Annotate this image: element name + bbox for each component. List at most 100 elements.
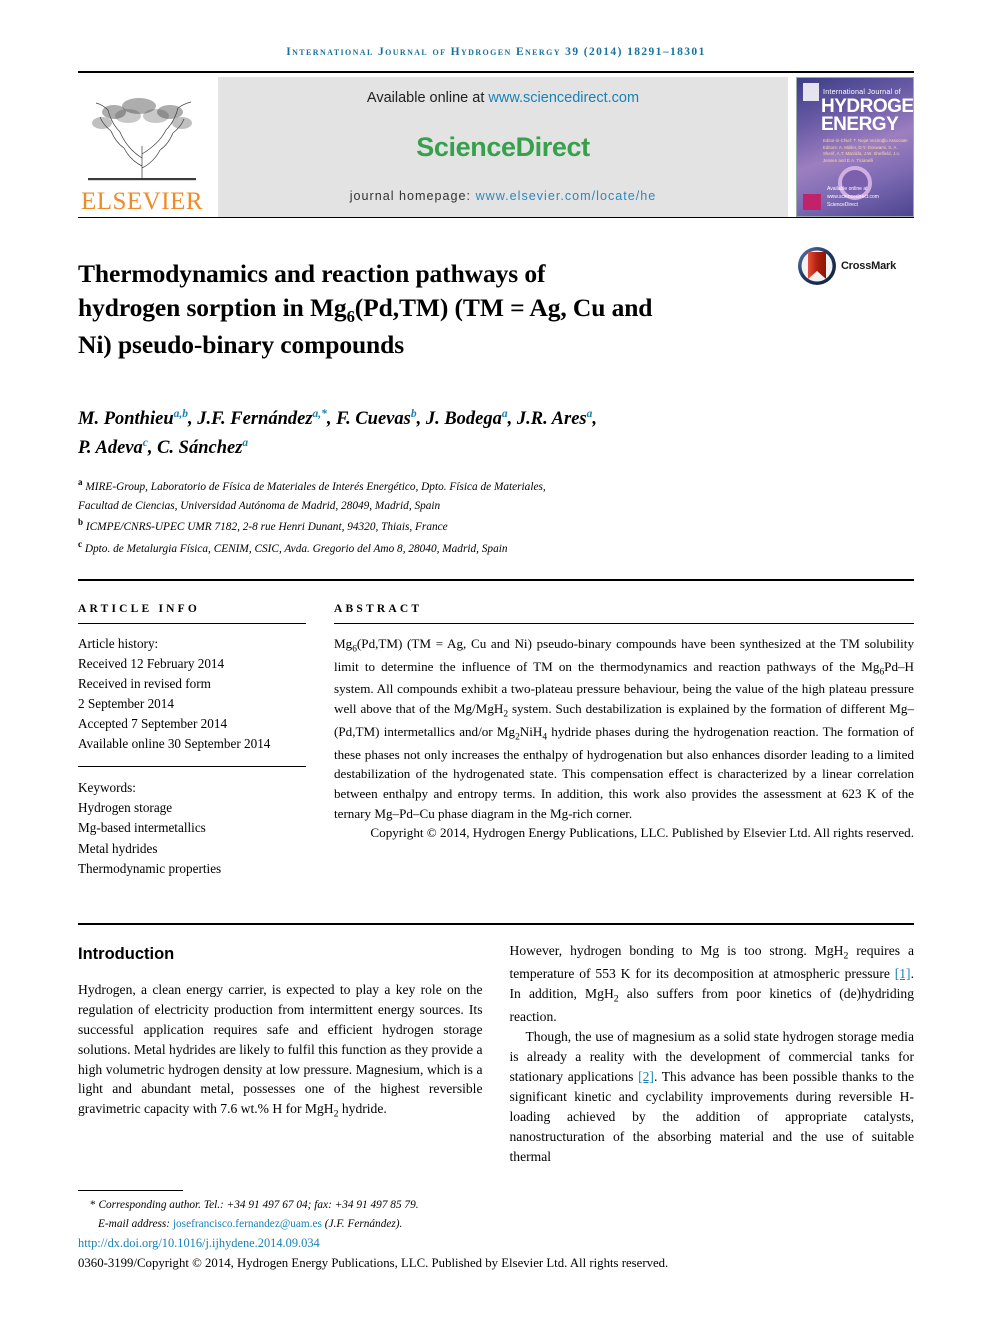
article-info-heading: ARTICLE INFO [78,602,201,615]
body-columns: Introduction Hydrogen, a clean energy ca… [78,941,914,1167]
article-history-line: Received 12 February 2014 [78,656,225,672]
cover-sciencedirect-note: Available online at www.sciencedirect.co… [827,186,879,208]
keyword-item: Metal hydrides [78,840,158,856]
page-footer: * Corresponding author. Tel.: +34 91 497… [78,1190,914,1271]
article-history-line: 2 September 2014 [78,696,174,712]
cover-line-3: ENERGY [821,114,899,136]
abstract-column: ABSTRACT Mg6(Pd,TM) (TM = Ag, Cu and Ni)… [334,603,914,879]
affiliation-line: Facultad de Ciencias, Universidad Autóno… [78,499,441,512]
author-affiliation-marker: a [501,408,508,421]
abstract-frag-2: (Pd,TM) (TM = Ag, Cu and Ni) pseudo-bina… [334,635,914,674]
crossmark-icon[interactable] [797,246,837,286]
sciencedirect-banner: Available online at www.sciencedirect.co… [218,77,788,217]
article-history-line: Available online 30 September 2014 [78,736,271,752]
intro-paragraph-1: Hydrogen, a clean energy carrier, is exp… [78,980,483,1123]
running-head: International Journal of Hydrogen Energy… [286,46,706,58]
email-link[interactable]: josefrancisco.fernandez@uam.es [173,1218,322,1230]
abstract-copyright: Copyright © 2014, Hydrogen Energy Public… [370,825,914,841]
author-affiliation-marker: a [242,436,249,449]
body-column-left: Introduction Hydrogen, a clean energy ca… [78,941,483,1167]
abstract-rule [334,622,914,624]
article-history-line: Received in revised form [78,676,211,692]
author-affiliation-marker: a [586,408,593,421]
journal-homepage-label: journal homepage: [349,189,476,203]
article-info-column: ARTICLE INFO Article history: Received 1… [78,603,306,879]
author-name: J.F. Fernández [197,409,313,430]
citation-ref-2[interactable]: [2] [638,1069,654,1084]
body-divider [78,922,914,925]
abstract-frag-1: Mg [334,635,353,651]
author-affiliation-marker: b [410,408,417,421]
affiliation-marker: b [78,517,84,528]
intro-frag-2: hydride. [338,1101,387,1117]
journal-homepage-link[interactable]: www.elsevier.com/locate/he [476,189,657,203]
article-history-line: Accepted 7 September 2014 [78,716,228,732]
intro-frag-1: Hydrogen, a clean energy carrier, is exp… [78,981,483,1117]
article-page: International Journal of Hydrogen Energy… [0,0,992,1323]
affiliation-marker: a [78,476,83,487]
cover-line-1: International Journal of [823,87,901,96]
author-affiliation-marker: a,b [173,408,188,421]
keyword-item: Hydrogen storage [78,800,173,816]
email-suffix: (J.F. Fernández). [321,1217,403,1230]
info-abstract-grid: ARTICLE INFO Article history: Received 1… [78,603,914,879]
abstract-heading: ABSTRACT [334,602,423,615]
keyword-item: Thermodynamic properties [78,860,222,876]
keyword-item: Mg-based intermetallics [78,820,206,836]
corresponding-author-note: * Corresponding author. Tel.: +34 91 497… [78,1196,914,1233]
abstract-frag-5: NiH [519,723,543,739]
page-title: Thermodynamics and reaction pathways of … [78,257,778,361]
masthead-divider [78,217,914,218]
author-name: J.R. Ares [516,409,587,430]
intro-text-right: However, hydrogen bonding to Mg is too s… [510,941,915,1167]
keywords-label: Keywords: [78,780,136,796]
elsevier-tree-icon [88,98,196,181]
doi-link[interactable]: http://dx.doi.org/10.1016/j.ijhydene.201… [78,1236,914,1251]
title-subscript-6: 6 [346,306,355,326]
corresponding-author-text: Corresponding author. Tel.: +34 91 497 6… [95,1199,419,1212]
elsevier-logo: ELSEVIER [78,77,206,217]
affiliation-line: c Dpto. de Metalurgia Física, CENIM, CSI… [78,539,508,555]
title-line-1: Thermodynamics and reaction pathways of [78,259,546,289]
article-history-label: Article history: [78,635,159,651]
author-name: F. Cuevas [336,409,411,430]
body-column-right: However, hydrogen bonding to Mg is too s… [510,941,915,1167]
affiliation-marker: c [78,539,83,550]
affiliation-line: a MIRE-Group, Laboratorio de Física de M… [78,476,546,493]
elsevier-wordmark: ELSEVIER [80,188,204,215]
cover-editors: Editor-in-Chief: T. Nejat Veziroğlu Asso… [823,138,908,163]
intro-text-left: Hydrogen, a clean energy carrier, is exp… [78,980,483,1123]
section-heading-introduction: Introduction [78,944,175,963]
keywords-rule [78,766,306,768]
cover-title: HYDROGENENERGY [821,97,913,136]
journal-masthead: ELSEVIER Available online at www.science… [78,77,914,217]
intro-paragraph-2: However, hydrogen bonding to Mg is too s… [510,941,915,1027]
author-name: J. Bodega [425,409,502,430]
intro-paragraph-3: Though, the use of magnesium as a solid … [510,1027,915,1167]
article-info-rule [78,622,306,624]
title-line-3: Ni) pseudo-binary compounds [78,329,405,359]
issn-copyright: 0360-3199/Copyright © 2014, Hydrogen Ene… [78,1256,669,1270]
affiliation-line: b ICMPE/CNRS-UPEC UMR 7182, 2-8 rue Henr… [78,517,448,534]
article-history: Article history: Received 12 February 20… [78,634,306,754]
abstract-paragraph: Mg6(Pd,TM) (TM = Ag, Cu and Ni) pseudo-b… [334,634,914,823]
author-list: M. Ponthieua,b, J.F. Fernándeza,*, F. Cu… [78,408,597,459]
affiliation-list: a MIRE-Group, Laboratorio de Física de M… [78,475,914,559]
citation-ref-1[interactable]: [1] [895,966,911,981]
available-online-line: Available online at www.sciencedirect.co… [367,90,639,106]
footer-divider [78,1190,183,1192]
author-name: P. Adeva [78,438,143,459]
sciencedirect-link[interactable]: www.sciencedirect.com [488,90,639,106]
header-divider [78,71,914,73]
keywords-block: Keywords: Hydrogen storage Mg-based inter… [78,778,306,878]
title-line-2b: (Pd,TM) (TM = Ag, Cu and [354,292,653,322]
abstract-text: Mg6(Pd,TM) (TM = Ag, Cu and Ni) pseudo-b… [334,634,914,843]
affiliation-divider [78,578,914,581]
journal-cover-thumbnail[interactable]: International Journal of HYDROGENENERGY … [796,77,914,217]
journal-homepage-line: journal homepage: www.elsevier.com/locat… [350,189,657,203]
title-block: Thermodynamics and reaction pathways of … [78,240,914,378]
author-name: C. Sánchez [157,438,243,459]
title-line-2a: hydrogen sorption in Mg [78,292,347,322]
sciencedirect-wordmark: ScienceDirect [416,132,590,162]
crossmark-badge[interactable]: CrossMark [778,240,896,378]
